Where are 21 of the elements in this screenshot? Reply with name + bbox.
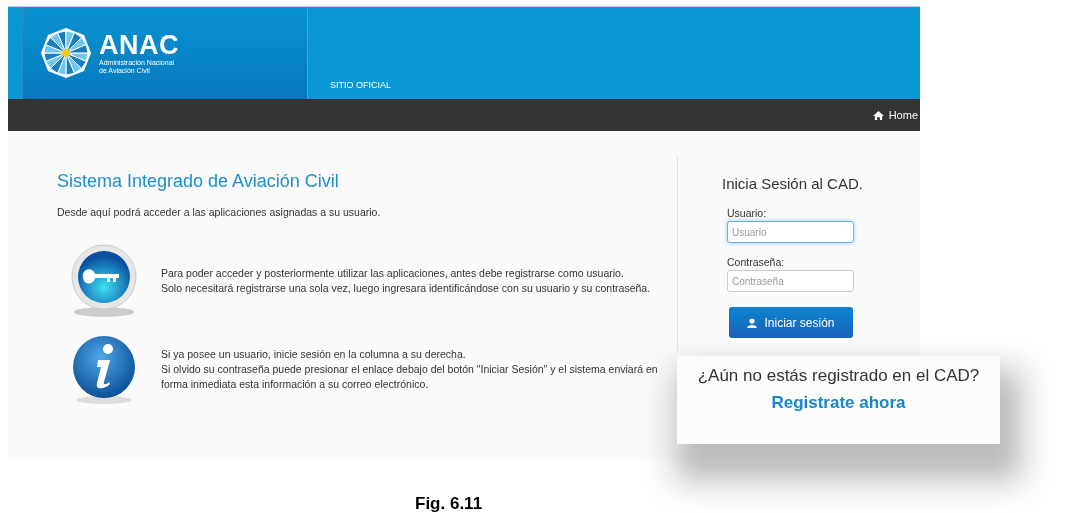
intro-text: Desde aquí podrá acceder a las aplicaciones asignadas a su usuario. bbox=[57, 206, 382, 218]
home-link[interactable]: Home bbox=[872, 109, 918, 121]
register-link[interactable]: Registrate ahora bbox=[771, 393, 906, 413]
info-text: Solo necesitará registrarse una sola vez, luego ingresara identificándose con su usuario y su contraseña. bbox=[161, 281, 652, 296]
info-text: Si ya posee un usuario, inicie sesión en la columna a su derecha. bbox=[161, 346, 467, 362]
sun-logo-icon bbox=[39, 26, 93, 80]
login-button[interactable]: Iniciar sesión bbox=[729, 307, 853, 338]
figure-caption: Fig. 6.11 bbox=[415, 494, 483, 513]
user-icon bbox=[747, 317, 758, 328]
input-field[interactable]: Contraseña bbox=[727, 270, 854, 292]
page-title: Sistema Integrado de Aviación Civil bbox=[57, 171, 340, 192]
register-question: ¿Aún no estás registrado en el CAD? bbox=[697, 366, 980, 386]
logo-title: ANAC bbox=[99, 31, 179, 59]
input-field[interactable]: Usuario bbox=[727, 221, 854, 243]
login-title: Inicia Sesión al CAD. bbox=[722, 175, 864, 192]
info-text: Si olvido su contraseña puede presionar el enlace debajo del botón "Iniciar Sesión" y el sistema enviará en forma inmediata esta información a su correo electrónico. bbox=[161, 361, 659, 392]
field-label: Contraseña: bbox=[727, 256, 786, 268]
home-icon bbox=[872, 109, 884, 121]
field-label: Usuario: bbox=[727, 207, 768, 219]
info-text: Para poder acceder y posteriormente utilizar las aplicaciones, antes debe registrarse como usuario. bbox=[161, 266, 625, 281]
site-tagline: SITIO OFICIAL bbox=[330, 80, 391, 90]
